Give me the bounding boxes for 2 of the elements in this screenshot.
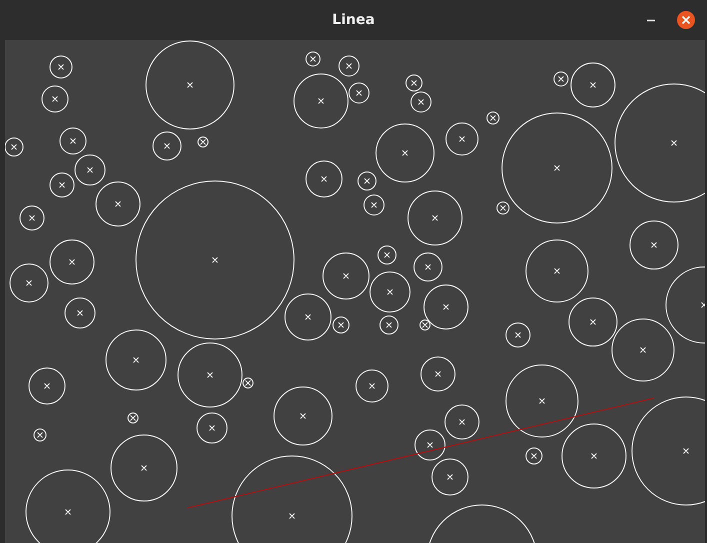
close-icon[interactable] — [677, 11, 695, 29]
window-title: Linea — [332, 12, 375, 28]
